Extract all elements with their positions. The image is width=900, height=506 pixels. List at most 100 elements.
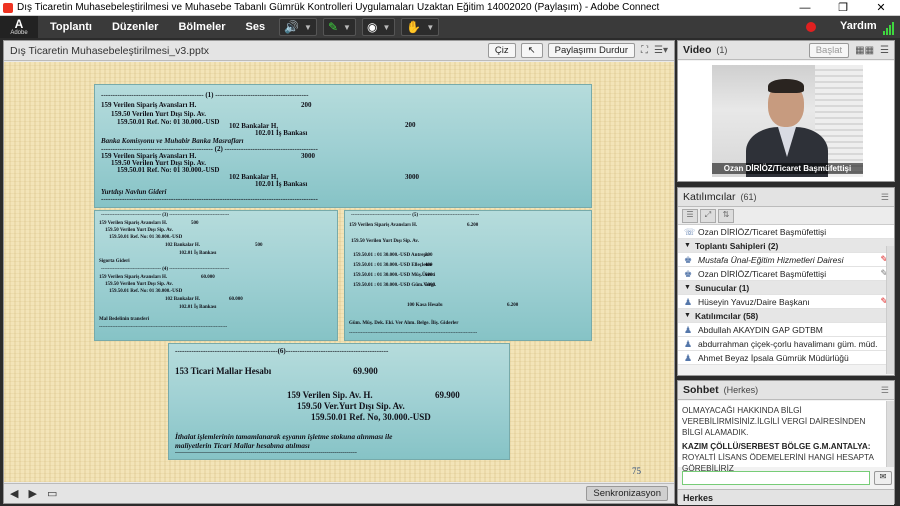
minimize-button[interactable]: — — [786, 2, 824, 14]
chat-scrollbar[interactable] — [886, 401, 894, 467]
video-name-label: Ozan DİRİÖZ/Ticaret Başmüfettişi — [712, 163, 863, 174]
help-menu[interactable]: Yardım — [840, 20, 877, 32]
journal-entry-right: ------------------------------------ (5)… — [344, 210, 592, 341]
list-view-icon[interactable]: ☰ — [682, 208, 698, 223]
share-pod-header: Dış Ticaretin Muhasebeleştirilmesi_v3.pp… — [4, 41, 674, 61]
adobe-logo: A Adobe — [0, 16, 38, 38]
close-button[interactable]: ✕ — [862, 1, 900, 14]
attendee-participant[interactable]: ♟ abdurrahman çiçek-çorlu havalimanı güm.… — [678, 337, 894, 351]
slide-thumbnails-icon[interactable]: ▭ — [47, 487, 57, 500]
video-pod-title: Video — [683, 44, 712, 56]
participant-icon: ♟ — [684, 338, 693, 349]
attendee-participant[interactable]: ♟ Ahmet Beyaz İpsala Gümrük Müdürlüğü — [678, 351, 894, 365]
menu-toplanti[interactable]: Toplantı — [50, 21, 92, 33]
chat-recipient-tab[interactable]: Herkes — [678, 489, 894, 505]
start-video-button[interactable]: Başlat — [808, 42, 850, 58]
record-indicator-icon[interactable] — [806, 22, 816, 32]
attendees-scrollbar[interactable] — [886, 246, 894, 374]
pod-menu-icon[interactable]: ☰▾ — [654, 45, 668, 56]
chat-scope: (Herkes) — [723, 385, 759, 395]
pointer-icon: ↖ — [527, 45, 536, 56]
microphone-button[interactable]: ✎ ▼ — [322, 18, 356, 36]
chevron-down-icon: ▼ — [343, 22, 351, 32]
sync-button[interactable]: Senkronizasyon — [586, 486, 668, 501]
previous-slide-icon[interactable]: ◀ — [10, 487, 18, 500]
video-pod: Video (1) Başlat ▦▦ ☰ Ozan DİRİÖZ/Ticare… — [677, 40, 895, 182]
maximize-button[interactable]: ❐ — [824, 1, 862, 14]
host-icon: ♚ — [684, 268, 693, 279]
webcam-icon: ◉ — [366, 20, 378, 34]
shared-file-name: Dış Ticaretin Muhasebeleştirilmesi_v3.pp… — [10, 44, 209, 57]
chevron-down-icon: ▼ — [684, 242, 691, 249]
webcam-button[interactable]: ◉ ▼ — [361, 18, 396, 36]
speaker-icon: 🔊 — [284, 20, 300, 34]
video-area: Ozan DİRİÖZ/Ticaret Başmüfettişi — [678, 61, 894, 181]
pod-menu-icon[interactable]: ☰ — [881, 192, 889, 203]
chevron-down-icon: ▼ — [684, 284, 691, 291]
menu-bolmeler[interactable]: Bölmeler — [178, 21, 225, 33]
section-hosts[interactable]: ▼ Toplantı Sahipleri (2) — [678, 239, 894, 253]
pod-menu-icon[interactable]: ☰ — [880, 45, 889, 56]
share-pod: Dış Ticaretin Muhasebeleştirilmesi_v3.pp… — [3, 40, 675, 504]
raise-hand-button[interactable]: ✋ ▼ — [401, 18, 440, 36]
stop-sharing-button[interactable]: Paylaşımı Durdur — [547, 43, 636, 58]
speaker-button[interactable]: 🔊 ▼ — [279, 18, 317, 36]
next-slide-icon[interactable]: ▶ — [28, 487, 36, 500]
person-hair — [768, 79, 804, 93]
chat-pod-header: Sohbet (Herkes) ☰ — [678, 381, 894, 400]
video-count: (1) — [716, 45, 728, 55]
adobe-connect-icon — [3, 2, 13, 13]
host-icon: ♚ — [684, 254, 693, 265]
journal-entry-left: ------------------------------------ (3)… — [94, 210, 338, 341]
presenter-icon: ♟ — [684, 296, 693, 307]
phone-icon: ☏ — [684, 226, 696, 237]
attendees-pod: Katılımcılar (61) ☰ ☰ ⤢ ⇅ ☏ Ozan DİRİÖZ/T… — [677, 187, 895, 376]
sort-icon[interactable]: ⇅ — [718, 208, 734, 223]
chat-title: Sohbet — [683, 384, 719, 396]
microphone-icon: ✎ — [327, 20, 339, 34]
video-layout-icon[interactable]: ▦▦ — [855, 45, 874, 56]
window-titlebar: Dış Ticaretin Muhasebeleştirilmesi ve Mu… — [0, 0, 900, 16]
share-pod-footer: ◀ ▶ ▭ Senkronizasyon — [4, 483, 674, 503]
chat-message: OLMAYACAĞI HAKKINDA BİLGİ VEREBİLİRMİSİN… — [682, 406, 866, 437]
video-pod-header: Video (1) Başlat ▦▦ ☰ — [678, 41, 894, 60]
window-title: Dış Ticaretin Muhasebeleştirilmesi ve Mu… — [17, 2, 660, 13]
attendees-title: Katılımcılar — [683, 191, 736, 203]
chevron-down-icon: ▼ — [382, 22, 391, 32]
menubar: A Adobe Toplantı Düzenler Bölmeler Ses 🔊… — [0, 16, 900, 38]
chevron-down-icon: ▼ — [426, 22, 435, 32]
attendees-count: (61) — [740, 192, 757, 202]
attendee-presenter[interactable]: ♟ Hüseyin Yavuz/Daire Başkanı ✎ — [678, 295, 894, 309]
chevron-down-icon: ▼ — [304, 22, 312, 32]
chat-pod: Sohbet (Herkes) ☰ OLMAYACAĞI HAKKINDA Bİ… — [677, 380, 895, 505]
chat-messages: OLMAYACAĞI HAKKINDA BİLGİ VEREBİLİRMİSİN… — [678, 401, 886, 473]
journal-entry-bottom: ----------------------------------------… — [168, 343, 510, 460]
menu-duzenler[interactable]: Düzenler — [112, 21, 158, 33]
attendee-host[interactable]: ♚ Mustafa Ünal-Eğitim Hizmetleri Dairesi ✎ — [678, 253, 894, 267]
chat-message: KAZIM ÇÖLLÜ/SERBEST BÖLGE G.M.ANTALYA: R… — [682, 442, 874, 473]
section-presenters[interactable]: ▼ Sunucular (1) — [678, 281, 894, 295]
slide-page-number: 75 — [632, 466, 641, 476]
section-participants[interactable]: ▼ Katılımcılar (58) — [678, 309, 894, 323]
draw-button[interactable]: Çiz — [487, 43, 516, 58]
fullscreen-icon[interactable]: ⛶ — [641, 45, 648, 56]
attendee-toolbar: ☰ ⤢ ⇅ — [678, 207, 894, 225]
chat-input[interactable] — [682, 471, 870, 485]
hand-icon: ✋ — [406, 20, 422, 34]
menu-ses[interactable]: Ses — [246, 21, 266, 33]
pointer-button[interactable]: ↖ — [520, 43, 543, 58]
connection-signal-icon — [883, 21, 897, 35]
journal-entry-top: ----------------------------------------… — [94, 84, 592, 208]
slide-stage: ----------------------------------------… — [4, 62, 674, 482]
send-icon: ✉ — [879, 472, 887, 481]
attendee-participant[interactable]: ♟ Abdullah AKAYDIN GAP GDTBM — [678, 323, 894, 337]
participant-icon: ♟ — [684, 324, 693, 335]
webcam-feed: Ozan DİRİÖZ/Ticaret Başmüfettişi — [712, 65, 863, 177]
attendee-host[interactable]: ♚ Ozan DİRİÖZ/Ticaret Başmüfettişi ✎ — [678, 267, 894, 281]
pod-menu-icon[interactable]: ☰ — [881, 385, 889, 396]
attendee-self[interactable]: ☏ Ozan DİRİÖZ/Ticaret Başmüfettişi — [678, 225, 894, 239]
send-button[interactable]: ✉ — [874, 471, 892, 485]
participant-icon: ♟ — [684, 352, 693, 363]
fullscreen-icon[interactable]: ⤢ — [700, 208, 716, 223]
attendees-pod-header: Katılımcılar (61) ☰ — [678, 188, 894, 207]
